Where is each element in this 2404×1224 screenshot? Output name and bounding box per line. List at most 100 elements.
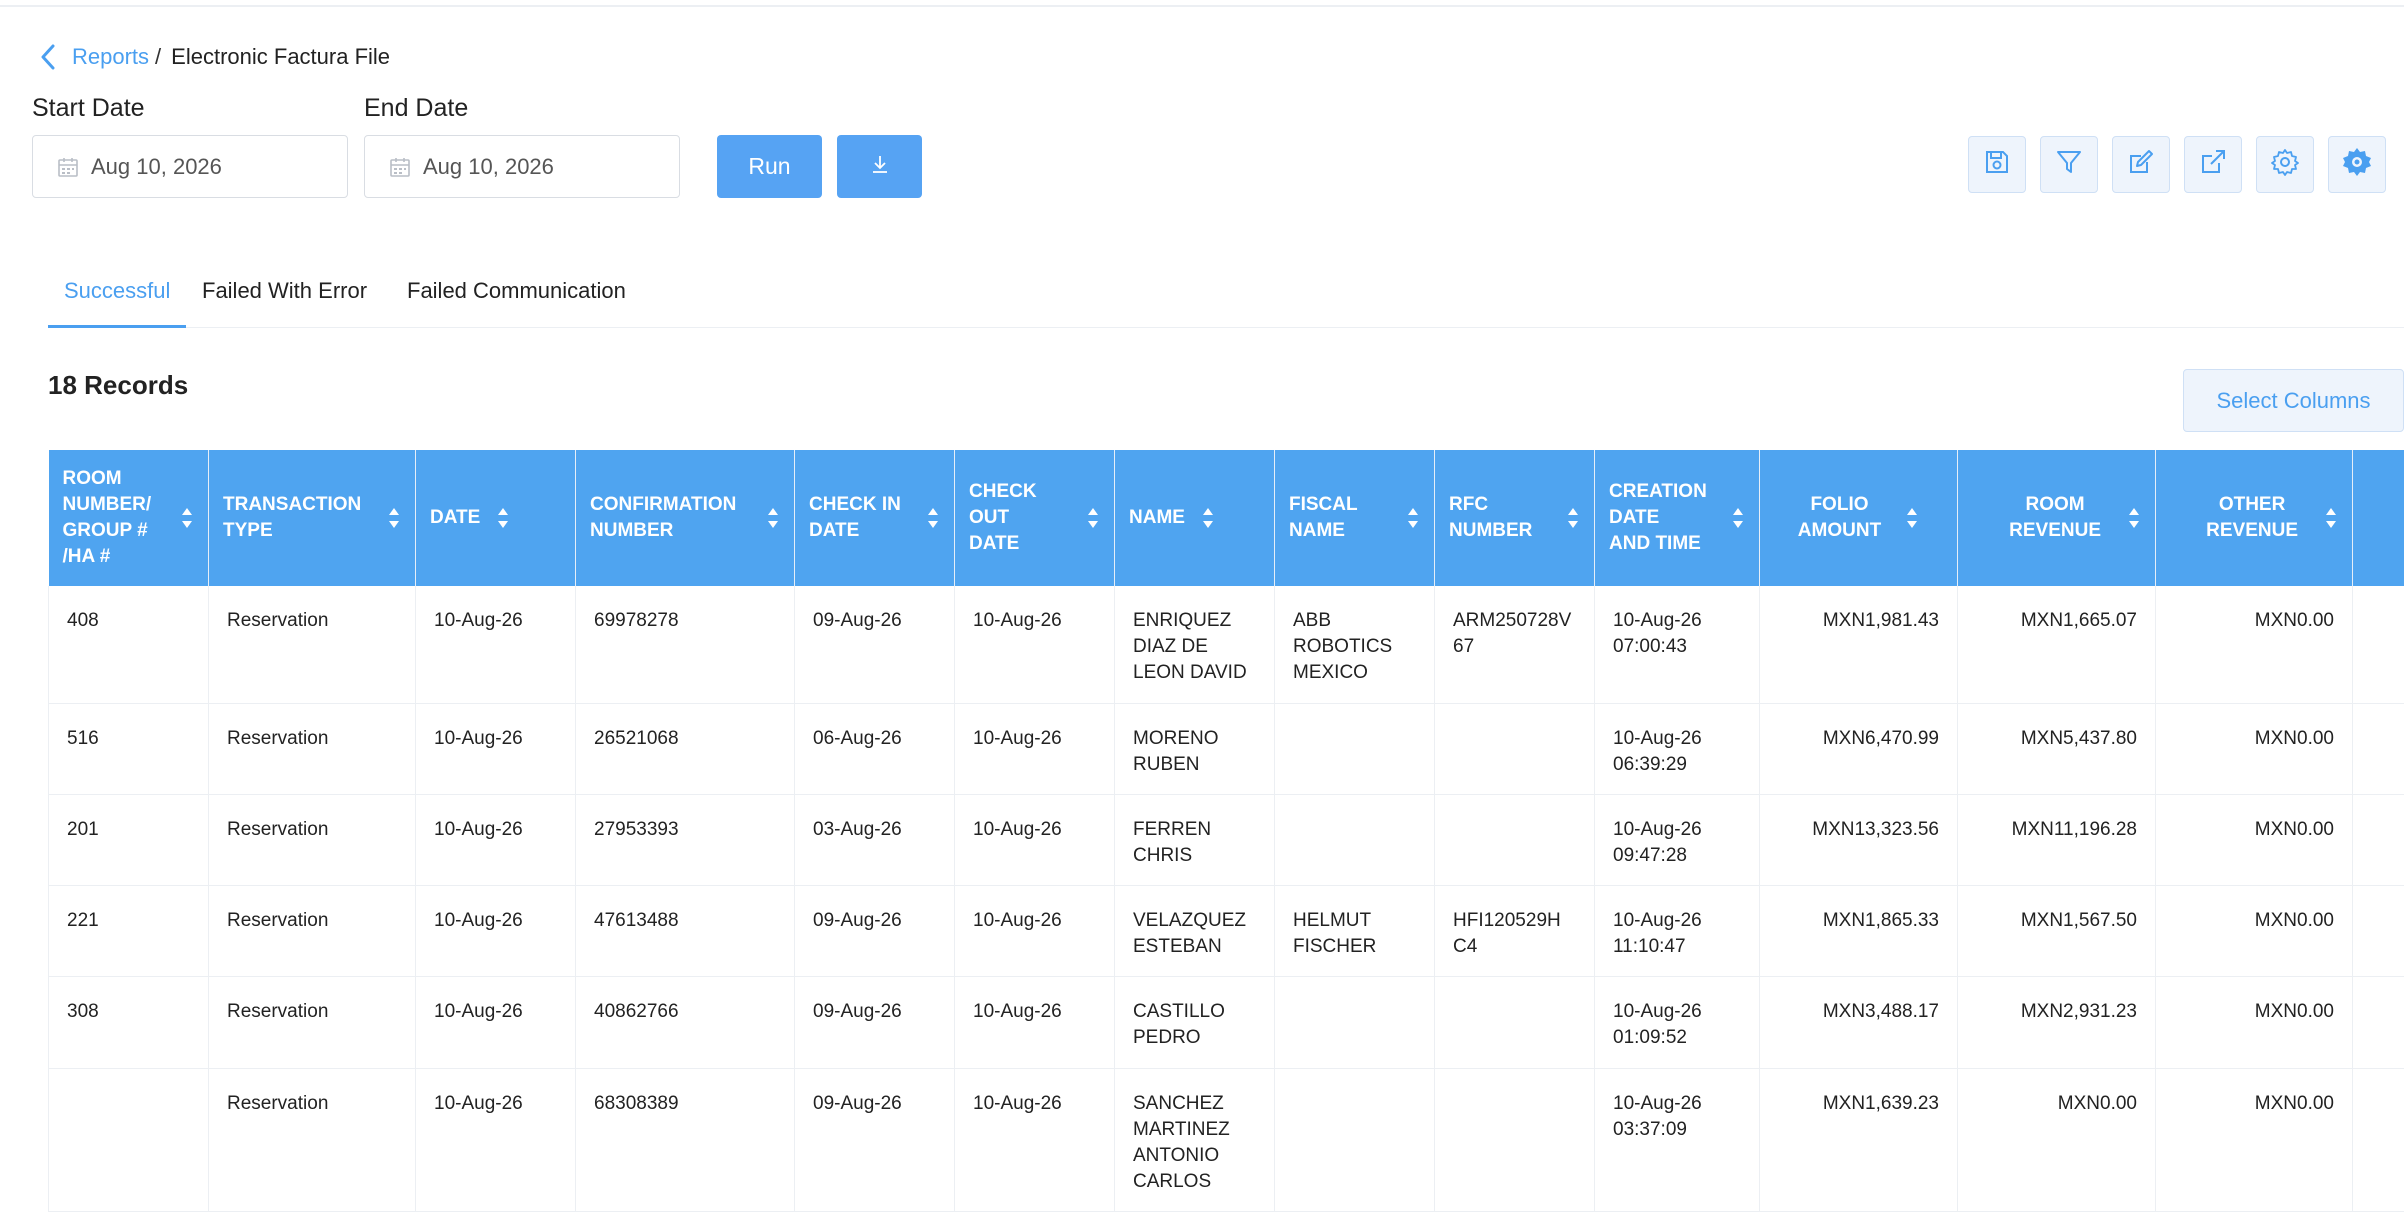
cell-created: 10-Aug-26 01:09:52 [1594,976,1760,1069]
advanced-settings-button[interactable] [2328,136,2386,193]
header-name[interactable]: NAME [1114,450,1275,586]
header-room-number[interactable]: ROOM NUMBER/GROUP #/HA # [48,450,209,586]
cell-date: 10-Aug-26 [415,1068,576,1212]
sort-icon[interactable] [1566,505,1580,531]
cell-folio-amount: MXN1,865.33 [1759,885,1958,977]
start-date-input[interactable]: Aug 10, 2026 [32,135,348,198]
table-row[interactable]: 308 Reservation 10-Aug-26 40862766 09-Au… [48,976,2404,1069]
cell-room-revenue: MXN1,567.50 [1957,885,2156,977]
sort-icon[interactable] [1086,505,1100,531]
end-date-input[interactable]: Aug 10, 2026 [364,135,680,198]
end-date-label: End Date [364,94,469,122]
header-creation-date-time[interactable]: CREATION DATE AND TIME [1594,450,1760,586]
select-columns-button[interactable]: Select Columns [2183,369,2404,432]
chevron-left-icon[interactable] [36,43,60,71]
cell-name: SANCHEZ MARTINEZ ANTONIO CARLOS [1114,1068,1275,1212]
sort-icon[interactable] [496,505,510,531]
cell-type: Reservation [208,976,416,1069]
header-label: ROOM REVENUE [2009,494,2101,541]
sort-icon[interactable] [766,505,780,531]
cell-name: ENRIQUEZ DIAZ DE LEON DAVID [1114,586,1275,704]
tab-failed-with-error[interactable]: Failed With Error [202,278,367,328]
cell-check-out: 10-Aug-26 [954,1068,1115,1212]
header-date[interactable]: DATE [415,450,576,586]
sort-icon[interactable] [2127,505,2141,531]
cell-fiscal-name [1274,976,1435,1069]
cell-type: Reservation [208,794,416,886]
header-other-revenue[interactable]: OTHER REVENUE [2155,450,2353,586]
cell-folio-amount: MXN6,470.99 [1759,703,1958,795]
filter-icon [2055,148,2083,181]
header-label: FISCAL NAME [1289,494,1358,541]
end-date-value: Aug 10, 2026 [423,153,554,179]
sort-icon[interactable] [2324,505,2338,531]
cell-overflow [2352,703,2404,795]
save-button[interactable] [1968,136,2026,193]
edit-icon [2127,148,2155,181]
table-row[interactable]: 408 Reservation 10-Aug-26 69978278 09-Au… [48,586,2404,704]
table-row[interactable]: 516 Reservation 10-Aug-26 26521068 06-Au… [48,703,2404,795]
sort-icon[interactable] [180,505,194,531]
cell-date: 10-Aug-26 [415,976,576,1069]
cell-date: 10-Aug-26 [415,885,576,977]
header-room-revenue[interactable]: ROOM REVENUE [1957,450,2156,586]
breadcrumb-reports-link[interactable]: Reports [72,44,149,70]
download-button[interactable] [837,135,922,198]
header-label: FOLIO AMOUNT [1797,494,1882,541]
header-folio-amount[interactable]: FOLIO AMOUNT [1759,450,1958,586]
cell-created: 10-Aug-26 07:00:43 [1594,586,1760,704]
edit-button[interactable] [2112,136,2170,193]
cell-folio-amount: MXN1,639.23 [1759,1068,1958,1212]
filter-button[interactable] [2040,136,2098,193]
cell-rfc: HFI120529H C4 [1434,885,1595,977]
cell-check-in: 09-Aug-26 [794,586,955,704]
cell-room-revenue: MXN0.00 [1957,1068,2156,1212]
table-row[interactable]: 221 Reservation 10-Aug-26 47613488 09-Au… [48,885,2404,977]
sort-icon[interactable] [1905,505,1919,531]
cell-folio-amount: MXN3,488.17 [1759,976,1958,1069]
table-header-row: ROOM NUMBER/GROUP #/HA # TRANSACTION TYPE … [48,450,2404,586]
cell-other-revenue: MXN0.00 [2155,794,2353,886]
header-check-out-date[interactable]: CHECK OUT DATE [954,450,1115,586]
cell-room: 221 [48,885,209,977]
sort-icon[interactable] [1406,505,1420,531]
cell-room: 408 [48,586,209,704]
cell-room [48,1068,209,1212]
run-button[interactable]: Run [717,135,822,198]
cell-created: 10-Aug-26 06:39:29 [1594,703,1760,795]
cell-other-revenue: MXN0.00 [2155,885,2353,977]
header-label: TRANSACTION TYPE [223,494,362,541]
table-row[interactable]: Reservation 10-Aug-26 68308389 09-Aug-26… [48,1068,2404,1212]
external-link-icon [2199,148,2227,181]
cell-fiscal-name [1274,1068,1435,1212]
tab-failed-communication[interactable]: Failed Communication [407,278,626,328]
header-rfc-number[interactable]: RFC NUMBER [1434,450,1595,586]
sort-icon[interactable] [1201,505,1215,531]
cell-check-in: 09-Aug-26 [794,1068,955,1212]
header-transaction-type[interactable]: TRANSACTION TYPE [208,450,416,586]
cell-folio-amount: MXN1,981.43 [1759,586,1958,704]
cell-rfc [1434,976,1595,1069]
sort-icon[interactable] [387,505,401,531]
cell-other-revenue: MXN0.00 [2155,703,2353,795]
report-tabs: Successful Failed With Error Failed Comm… [48,264,2404,328]
records-count: 18 Records [48,370,189,400]
page-title: Electronic Factura File [171,44,391,69]
settings-button[interactable] [2256,136,2314,193]
header-check-in-date[interactable]: CHECK IN DATE [794,450,955,586]
cell-other-revenue: MXN0.00 [2155,1068,2353,1212]
cell-type: Reservation [208,703,416,795]
cell-fiscal-name: ABB ROBOTICS MEXICO [1274,586,1435,704]
cell-other-revenue: MXN0.00 [2155,976,2353,1069]
cell-room-revenue: MXN11,196.28 [1957,794,2156,886]
top-divider [0,0,2404,7]
tab-successful[interactable]: Successful [48,278,187,328]
export-button[interactable] [2184,136,2242,193]
header-fiscal-name[interactable]: FISCAL NAME [1274,450,1435,586]
table-row[interactable]: 201 Reservation 10-Aug-26 27953393 03-Au… [48,794,2404,886]
header-confirmation-number[interactable]: CONFIRMATION NUMBER [575,450,795,586]
cell-check-in: 09-Aug-26 [794,885,955,977]
results-table: ROOM NUMBER/GROUP #/HA # TRANSACTION TYPE … [48,450,2404,1224]
sort-icon[interactable] [1731,505,1745,531]
sort-icon[interactable] [926,505,940,531]
